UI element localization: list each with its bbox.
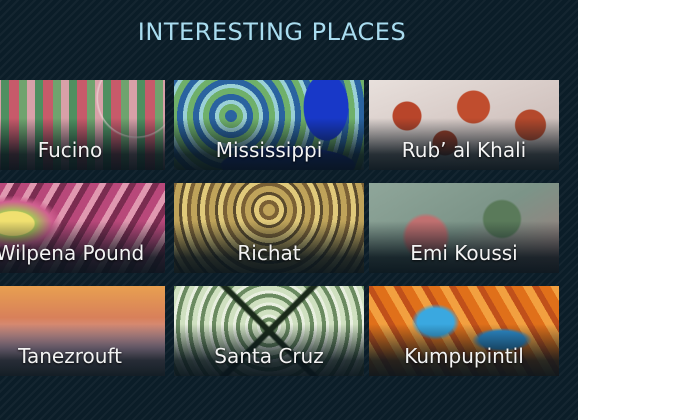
panel-title: INTERESTING PLACES <box>137 18 407 46</box>
place-label: Fucino <box>37 138 103 162</box>
place-tile-santa-cruz[interactable]: Santa Cruz <box>174 286 364 376</box>
place-label: Mississippi <box>215 138 323 162</box>
place-tile-mississippi[interactable]: Mississippi <box>174 80 364 170</box>
place-tile-emi-koussi[interactable]: Emi Koussi <box>369 183 559 273</box>
interesting-places-panel: INTERESTING PLACES Fucino Mississippi Ru… <box>0 0 578 420</box>
place-label: Wilpena Pound <box>0 241 145 265</box>
place-label: Tanezrouft <box>18 344 122 368</box>
place-tile-rub-al-khali[interactable]: Rub’ al Khali <box>369 80 559 170</box>
place-label: Santa Cruz <box>214 344 324 368</box>
place-label: Rub’ al Khali <box>401 138 527 162</box>
place-tile-kumpupintil[interactable]: Kumpupintil <box>369 286 559 376</box>
place-tile-tanezrouft[interactable]: Tanezrouft <box>0 286 165 376</box>
place-label: Emi Koussi <box>410 241 518 265</box>
place-label: Kumpupintil <box>404 344 524 368</box>
place-label: Richat <box>237 241 301 265</box>
place-tile-fucino[interactable]: Fucino <box>0 80 165 170</box>
place-tile-richat[interactable]: Richat <box>174 183 364 273</box>
place-tile-wilpena-pound[interactable]: Wilpena Pound <box>0 183 165 273</box>
